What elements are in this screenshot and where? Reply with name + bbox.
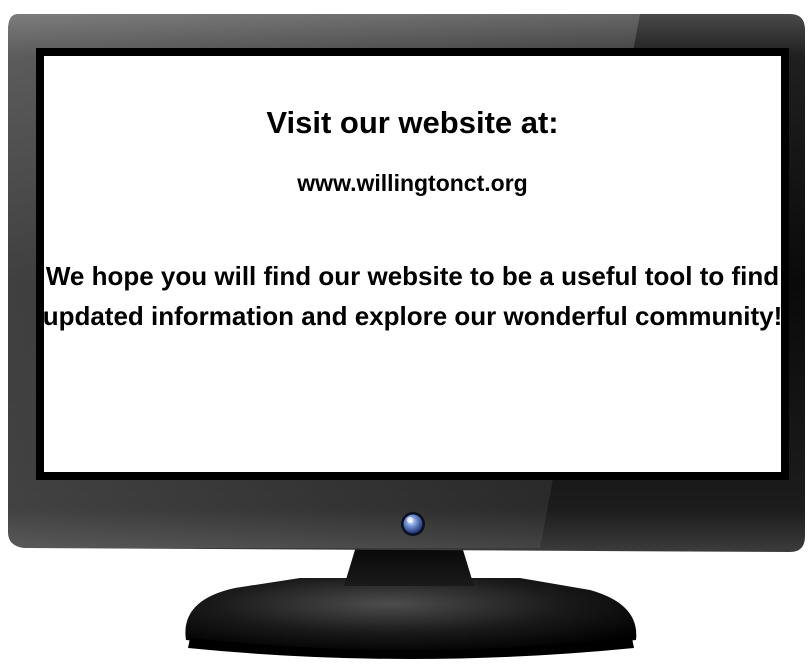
page-heading: Visit our website at: [266, 105, 559, 140]
welcome-message: We hope you will find our website to be … [42, 261, 783, 331]
screen-content: Visit our website at: www.willingtonct.o… [43, 56, 783, 472]
website-url[interactable]: www.willingtonct.org [44, 168, 781, 198]
power-button-icon[interactable] [401, 512, 425, 536]
monitor-base [185, 578, 637, 659]
